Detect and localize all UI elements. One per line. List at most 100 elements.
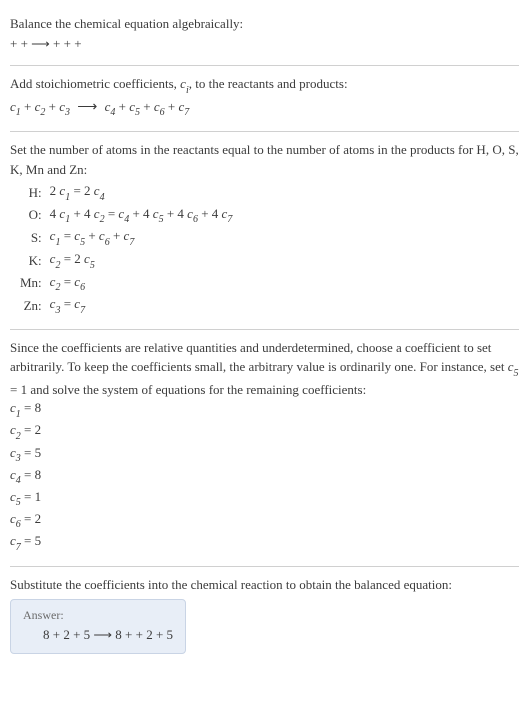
element-eq: c2 = c6	[46, 272, 237, 295]
t: =	[105, 206, 119, 221]
c3s: 3	[65, 107, 70, 118]
eq: = 8	[21, 467, 41, 482]
coef-item: c5 = 1	[10, 488, 519, 510]
s: 7	[129, 237, 134, 248]
s: 6	[193, 214, 198, 225]
s: 5	[80, 237, 85, 248]
c4s: 4	[110, 107, 115, 118]
c2s: 2	[40, 107, 45, 118]
table-row: K: c2 = 2 c5	[16, 249, 236, 272]
section-answer: Substitute the coefficients into the che…	[10, 569, 519, 664]
reaction-text: + + ⟶ + + +	[10, 36, 82, 51]
s: 7	[16, 542, 21, 553]
stoich-title: Add stoichiometric coefficients, ci, to …	[10, 74, 519, 97]
s: 1	[55, 237, 60, 248]
element-label: S:	[16, 226, 46, 249]
s: 1	[65, 214, 70, 225]
table-row: H: 2 c1 = 2 c4	[16, 181, 236, 204]
atoms-title: Set the number of atoms in the reactants…	[10, 140, 519, 179]
c6s: 6	[160, 107, 165, 118]
c: c	[10, 511, 16, 526]
s: 1	[16, 409, 21, 420]
c: c	[84, 251, 90, 266]
table-row: O: 4 c1 + 4 c2 = c4 + 4 c5 + 4 c6 + 4 c7	[16, 204, 236, 227]
s: 1	[65, 192, 70, 203]
coef-item: c4 = 8	[10, 466, 519, 488]
answer-title: Substitute the coefficients into the che…	[10, 575, 519, 595]
c6: c	[154, 99, 160, 114]
t: =	[60, 228, 74, 243]
c5s: 5	[514, 368, 519, 379]
answer-equation: 8 + 2 + 5 ⟶ 8 + + 2 + 5	[23, 627, 173, 643]
divider	[10, 131, 519, 132]
element-eq: 4 c1 + 4 c2 = c4 + 4 c5 + 4 c6 + 4 c7	[46, 204, 237, 227]
t: = 2	[70, 183, 94, 198]
section-balance: Balance the chemical equation algebraica…	[10, 8, 519, 63]
c: c	[10, 467, 16, 482]
t: 2	[50, 183, 60, 198]
divider	[10, 65, 519, 66]
s: 5	[16, 497, 21, 508]
c: c	[10, 400, 16, 415]
t: 4	[50, 206, 60, 221]
ci-i: i	[186, 85, 189, 96]
stoich-title-b: , to the reactants and products:	[189, 76, 348, 91]
balance-title: Balance the chemical equation algebraica…	[10, 14, 519, 34]
divider	[10, 566, 519, 567]
coef-item: c1 = 8	[10, 399, 519, 421]
t: =	[60, 296, 74, 311]
element-eq: c2 = 2 c5	[46, 249, 237, 272]
s: 2	[55, 282, 60, 293]
c: c	[10, 422, 16, 437]
eq: = 5	[21, 445, 41, 460]
eq: = 1	[21, 489, 41, 504]
table-row: S: c1 = c5 + c6 + c7	[16, 226, 236, 249]
c: c	[94, 183, 100, 198]
stoich-equation: c1 + c2 + c3 ⟶ c4 + c5 + c6 + c7	[10, 97, 519, 120]
stoich-title-a: Add stoichiometric coefficients,	[10, 76, 180, 91]
table-row: Zn: c3 = c7	[16, 294, 236, 317]
plus: +	[119, 99, 130, 114]
t: + 4	[70, 206, 94, 221]
c: c	[10, 489, 16, 504]
element-eq: 2 c1 = 2 c4	[46, 181, 237, 204]
eq: = 8	[21, 400, 41, 415]
coef-item: c3 = 5	[10, 444, 519, 466]
element-label: Mn:	[16, 272, 46, 295]
c: c	[94, 206, 100, 221]
t: = 2	[60, 251, 84, 266]
element-eq: c3 = c7	[46, 294, 237, 317]
arrow-icon: ⟶	[73, 100, 101, 115]
eq: = 5	[21, 533, 41, 548]
s: 4	[16, 475, 21, 486]
element-eq: c1 = c5 + c6 + c7	[46, 226, 237, 249]
s: 2	[16, 431, 21, 442]
balance-reaction: + + ⟶ + + +	[10, 34, 519, 54]
t: =	[60, 274, 74, 289]
coef-item: c6 = 2	[10, 510, 519, 532]
s: 4	[124, 214, 129, 225]
s: 4	[100, 192, 105, 203]
s: 3	[16, 453, 21, 464]
c: c	[10, 445, 16, 460]
table-row: Mn: c2 = c6	[16, 272, 236, 295]
s: 3	[55, 305, 60, 316]
coef-item: c7 = 5	[10, 532, 519, 554]
s: 5	[90, 260, 95, 271]
para-b: = 1 and solve the system of equations fo…	[10, 382, 366, 397]
eq: = 2	[21, 422, 41, 437]
c1s: 1	[16, 107, 21, 118]
coef-list: c1 = 8 c2 = 2 c3 = 5 c4 = 8 c5 = 1 c6 = …	[10, 399, 519, 554]
c: c	[99, 228, 105, 243]
c1: c	[10, 99, 16, 114]
para-a: Since the coefficients are relative quan…	[10, 340, 508, 375]
plus: +	[168, 99, 179, 114]
element-label: O:	[16, 204, 46, 227]
coef-item: c2 = 2	[10, 421, 519, 443]
t: + 4	[164, 206, 188, 221]
c5: c	[508, 359, 514, 374]
plus: +	[49, 99, 60, 114]
s: 7	[80, 305, 85, 316]
section-atoms: Set the number of atoms in the reactants…	[10, 134, 519, 327]
s: 6	[16, 519, 21, 530]
